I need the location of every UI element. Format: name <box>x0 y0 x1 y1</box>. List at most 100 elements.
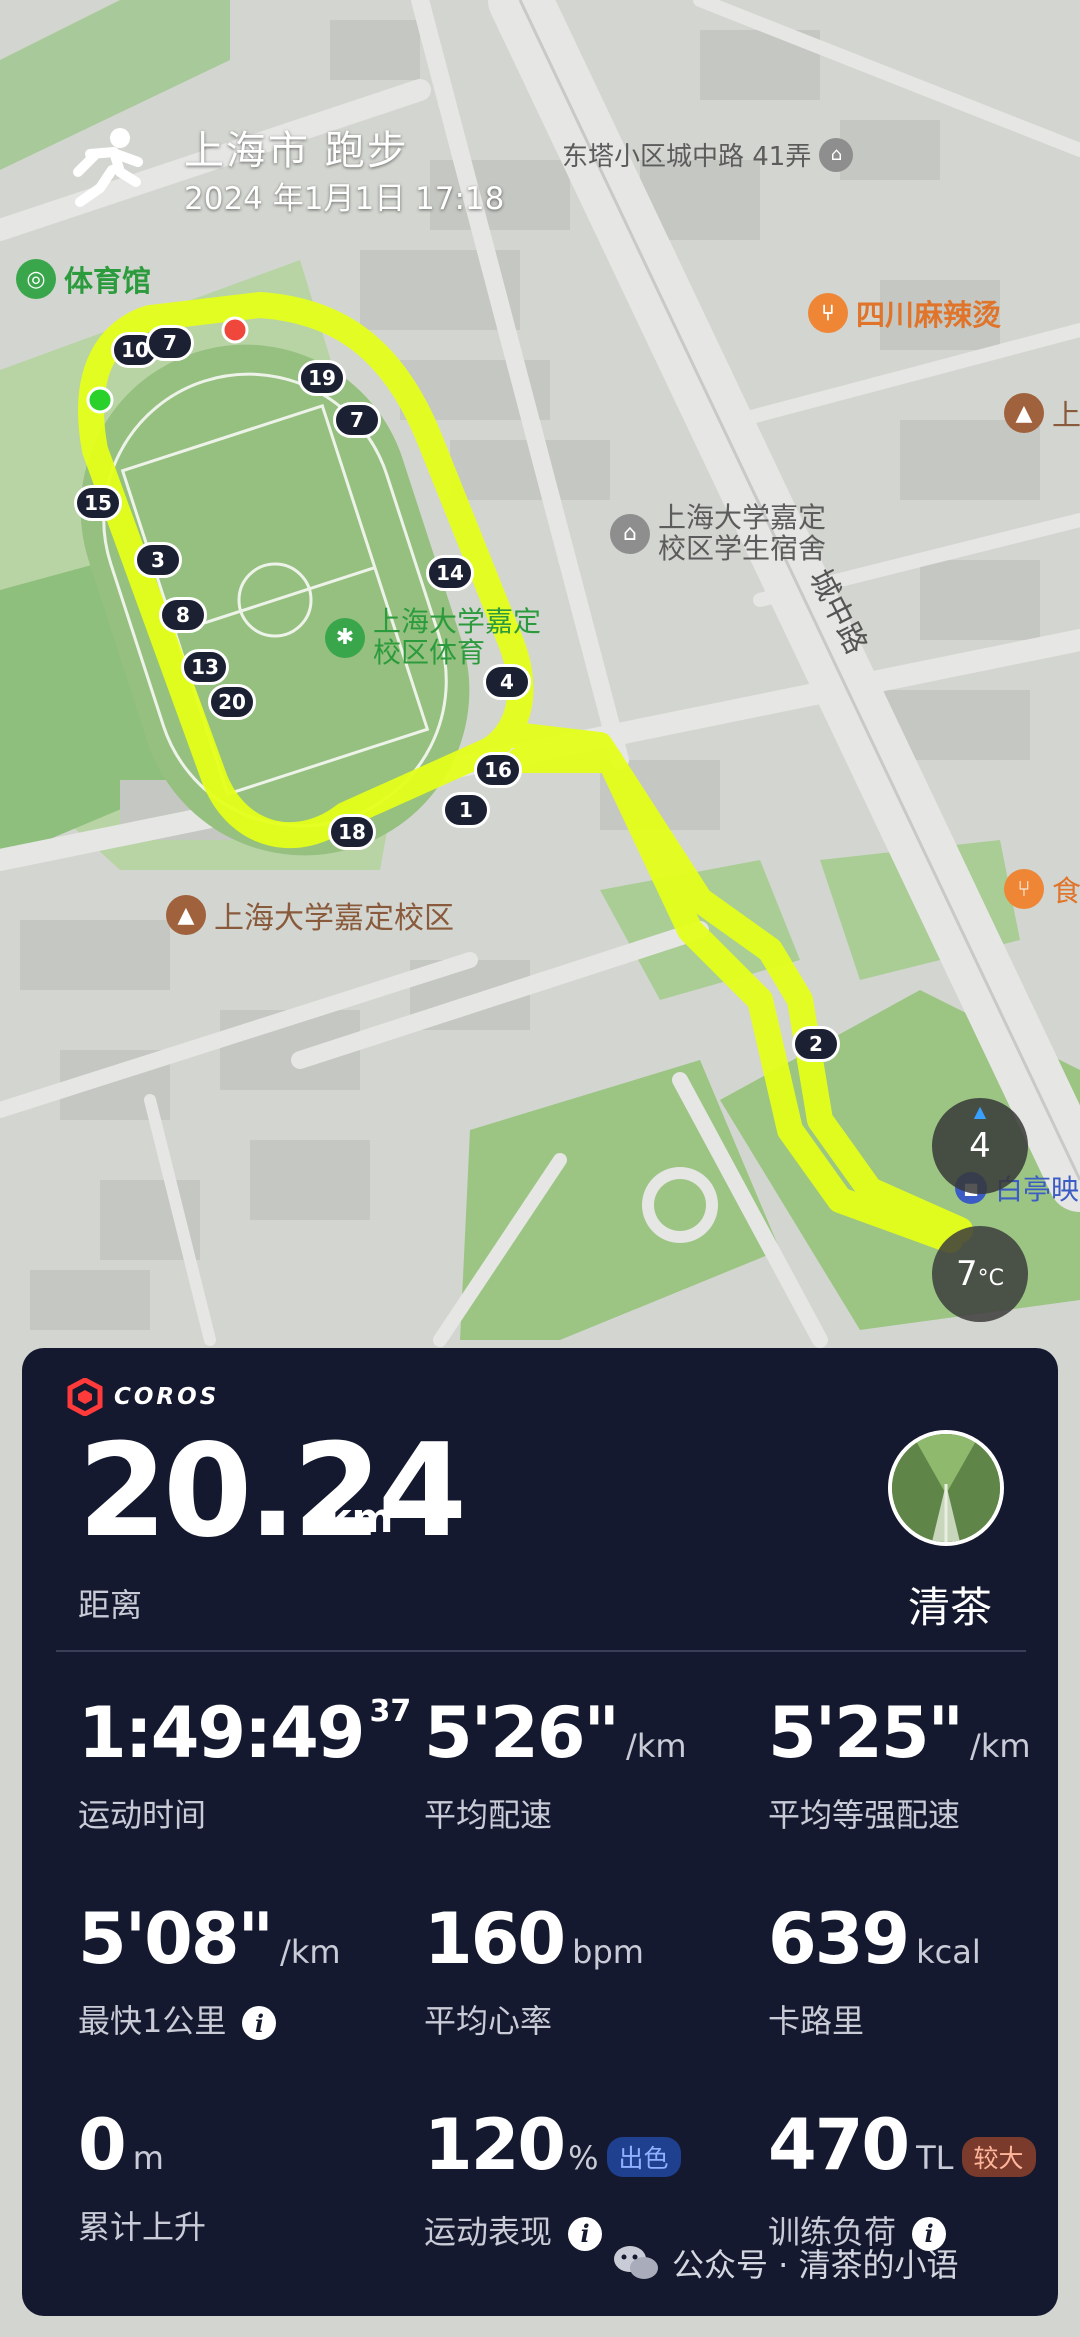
km-marker: 20 <box>208 684 256 720</box>
km-marker: 3 <box>134 542 182 578</box>
poi-dorm-line1: 上海大学嘉定 <box>658 501 827 534</box>
compass-button[interactable]: ▲ 4 <box>932 1098 1028 1194</box>
km-marker: 16 <box>474 752 522 788</box>
coros-logo-icon <box>67 1378 103 1416</box>
username: 清茶 <box>908 1583 993 1632</box>
activity-title: 上海市 跑步 <box>184 128 409 174</box>
poi-edge-food[interactable]: ⑂ 食 <box>1004 868 1080 910</box>
school-icon: ▲ <box>166 895 206 935</box>
restaurant-icon: ⑂ <box>1004 869 1044 909</box>
km-marker: 7 <box>146 325 194 361</box>
perf-badge: 出色 <box>606 2136 681 2177</box>
load-value: 470 <box>768 2104 910 2186</box>
poi-dorm-label: 上海大学嘉定 校区学生宿舍 <box>658 501 827 565</box>
coros-brand: COROS <box>66 1378 219 1416</box>
watermark-text: 公众号 · 清茶的小语 <box>672 2246 959 2284</box>
cal-unit: kcal <box>916 1933 981 1971</box>
stadium-icon: ◎ <box>16 259 56 299</box>
km-marker: 13 <box>181 649 229 685</box>
load-unit: TL <box>916 2139 954 2177</box>
avatar-image <box>892 1434 1000 1542</box>
stat-ascent: 0m 累计上升 <box>78 2110 206 2248</box>
poi-dongta[interactable]: 东塔小区城中路 41弄 ⌂ <box>562 136 854 173</box>
ascent-label: 累计上升 <box>78 2208 207 2246</box>
stat-training-load: 470 TL 较大 训练负荷 i <box>768 2110 1036 2253</box>
poi-edge-school-label: 上 <box>1052 398 1080 432</box>
poi-shu-gym-line2: 校区体育 <box>373 635 486 669</box>
distance-label: 距离 <box>78 1586 143 1624</box>
house-icon: ⌂ <box>819 137 854 172</box>
cal-label: 卡路里 <box>768 2002 865 2040</box>
stat-avg-pace: 5'26"/km 平均配速 <box>424 1698 687 1836</box>
info-icon[interactable]: i <box>568 2216 603 2251</box>
grade-pace-label: 平均等强配速 <box>768 1796 961 1834</box>
avatar[interactable] <box>888 1430 1004 1546</box>
avg-pace-unit: /km <box>626 1727 687 1765</box>
hr-value: 160 <box>424 1898 566 1980</box>
cal-value: 639 <box>768 1898 910 1980</box>
poi-dongta-label: 东塔小区城中路 41弄 <box>562 142 812 172</box>
distance-value: 20.24 <box>78 1417 467 1566</box>
poi-shu-gym-label: 上海大学嘉定 校区体育 <box>373 605 542 669</box>
north-arrow-icon: ▲ <box>973 1102 987 1121</box>
fastest-km-label-row: 最快1公里 i <box>78 1996 341 2042</box>
temperature-badge: 7 °C <box>932 1226 1028 1322</box>
km-marker: 18 <box>328 814 376 850</box>
grade-pace-unit: /km <box>970 1727 1031 1765</box>
watermark: 公众号 · 清茶的小语 <box>612 2240 959 2286</box>
poi-campus[interactable]: ▲ 上海大学嘉定校区 <box>166 893 454 937</box>
km-marker: 8 <box>159 597 207 633</box>
poi-sichuan-label: 四川麻辣烫 <box>856 298 1002 332</box>
fastest-km-unit: /km <box>280 1933 341 1971</box>
perf-value: 120 <box>424 2104 566 2186</box>
temperature-value: 7 <box>955 1254 978 1294</box>
wechat-icon <box>614 2246 658 2279</box>
poi-shu-gym-line1: 上海大学嘉定 <box>373 605 542 638</box>
restaurant-icon: ⑂ <box>808 293 848 333</box>
time-label: 运动时间 <box>78 1796 207 1834</box>
info-icon[interactable]: i <box>242 2006 277 2040</box>
running-icon <box>73 128 143 207</box>
avg-pace-label: 平均配速 <box>424 1796 553 1834</box>
stat-calories: 639 kcal 卡路里 <box>768 1904 981 2042</box>
avg-pace-value: 5'26" <box>424 1692 620 1774</box>
activity-datetime: 2024 年1月1日 17:18 <box>184 181 505 217</box>
time-hundredths: 37 <box>369 1694 412 1729</box>
house-icon: ⌂ <box>610 513 650 554</box>
km-marker: 19 <box>298 360 346 396</box>
stat-time: 1:49:49 37 运动时间 <box>78 1694 411 1836</box>
ascent-unit: m <box>132 2139 164 2177</box>
stat-fastest-km: 5'08"/km 最快1公里 i <box>78 1904 341 2042</box>
stat-heart-rate: 160 bpm 平均心率 <box>424 1904 644 2042</box>
divider <box>56 1650 1026 1652</box>
hr-label: 平均心率 <box>424 2002 553 2040</box>
school-icon: ▲ <box>1004 393 1044 433</box>
grade-pace-value: 5'25" <box>768 1692 964 1774</box>
poi-stadium-label: 体育馆 <box>64 264 152 298</box>
stat-grade-pace: 5'25"/km 平均等强配速 <box>768 1698 1031 1836</box>
poi-edge-school[interactable]: ▲ 上 <box>1004 392 1080 434</box>
km-marker: 2 <box>792 1026 840 1062</box>
fastest-km-label: 最快1公里 <box>78 2002 227 2040</box>
ascent-value: 0 <box>78 2104 127 2186</box>
km-marker: 4 <box>483 664 531 700</box>
hr-unit: bpm <box>572 1933 644 1971</box>
load-badge: 较大 <box>961 2136 1036 2177</box>
km-marker: 15 <box>74 485 122 521</box>
temperature-unit: °C <box>977 1265 1004 1291</box>
km-marker: 1 <box>442 792 490 828</box>
perf-unit: % <box>568 2139 599 2177</box>
fastest-km-value: 5'08" <box>78 1898 274 1980</box>
perf-label: 运动表现 <box>424 2212 553 2251</box>
stats-card: COROS 20.24 km 距离 清茶 1:49:49 37 运动时间 5'26… <box>22 1348 1058 2316</box>
distance-unit: km <box>325 1496 394 1542</box>
poi-sichuan[interactable]: ⑂ 四川麻辣烫 <box>808 292 1001 334</box>
tennis-icon: ✱ <box>325 617 365 658</box>
poi-dorm[interactable]: ⌂ 上海大学嘉定 校区学生宿舍 <box>610 501 827 565</box>
km-marker: 14 <box>426 555 474 591</box>
brand-text: COROS <box>114 1384 220 1410</box>
stat-performance: 120% 出色 运动表现 i <box>424 2110 681 2253</box>
km-marker: 7 <box>333 402 381 438</box>
poi-stadium[interactable]: ◎ 体育馆 <box>16 258 151 300</box>
poi-shu-gym[interactable]: ✱ 上海大学嘉定 校区体育 <box>325 605 542 669</box>
